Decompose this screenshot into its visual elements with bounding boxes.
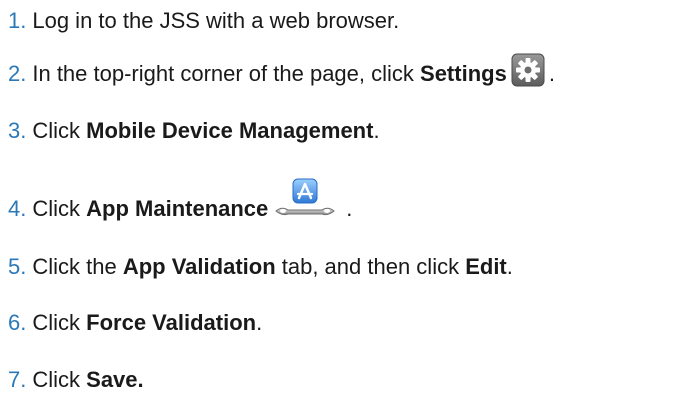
step-4: 4. Click App Maintenance . [8, 178, 353, 226]
app-store-wrench-icon [274, 177, 336, 221]
step-number: 3. [8, 118, 27, 143]
step-text: Click [32, 118, 87, 143]
step-number: 7. [8, 367, 27, 392]
step-number: 1. [8, 8, 27, 33]
step-7: 7. Click Save. [8, 363, 144, 397]
step-number: 6. [8, 310, 27, 335]
step-text: Log in to the JSS with a web browser. [32, 8, 400, 33]
step-text: Click [32, 367, 87, 392]
edit-label: Edit [465, 254, 507, 279]
instruction-steps: 1. Log in to the JSS with a web browser.… [8, 0, 686, 400]
step-punct: . [506, 254, 513, 279]
step-punct: . [548, 61, 555, 86]
step-punct: . [346, 196, 353, 221]
step-number: 2. [8, 61, 27, 86]
force-validation-label: Force Validation [86, 310, 257, 335]
step-punct: . [373, 118, 380, 143]
save-label: Save. [86, 367, 144, 392]
step-number: 4. [8, 196, 27, 221]
app-maintenance-label: App Maintenance [86, 196, 269, 221]
step-3: 3. Click Mobile Device Management . [8, 114, 380, 148]
app-validation-label: App Validation [122, 254, 276, 279]
step-text: Click [32, 196, 87, 221]
mobile-device-management-label: Mobile Device Management [86, 118, 374, 143]
step-6: 6. Click Force Validation . [8, 306, 262, 340]
step-text: Click the [32, 254, 123, 279]
step-5: 5. Click the App Validation tab, and the… [8, 250, 513, 284]
step-punct: . [256, 310, 263, 335]
step-text-middle: tab, and then click [275, 254, 466, 279]
step-1: 1. Log in to the JSS with a web browser. [8, 4, 399, 38]
step-text: In the top-right corner of the page, cli… [32, 61, 421, 86]
gear-icon [511, 53, 545, 87]
step-2: 2. In the top-right corner of the page, … [8, 53, 555, 91]
step-number: 5. [8, 254, 27, 279]
settings-label: Settings [420, 61, 507, 86]
step-text: Click [32, 310, 87, 335]
